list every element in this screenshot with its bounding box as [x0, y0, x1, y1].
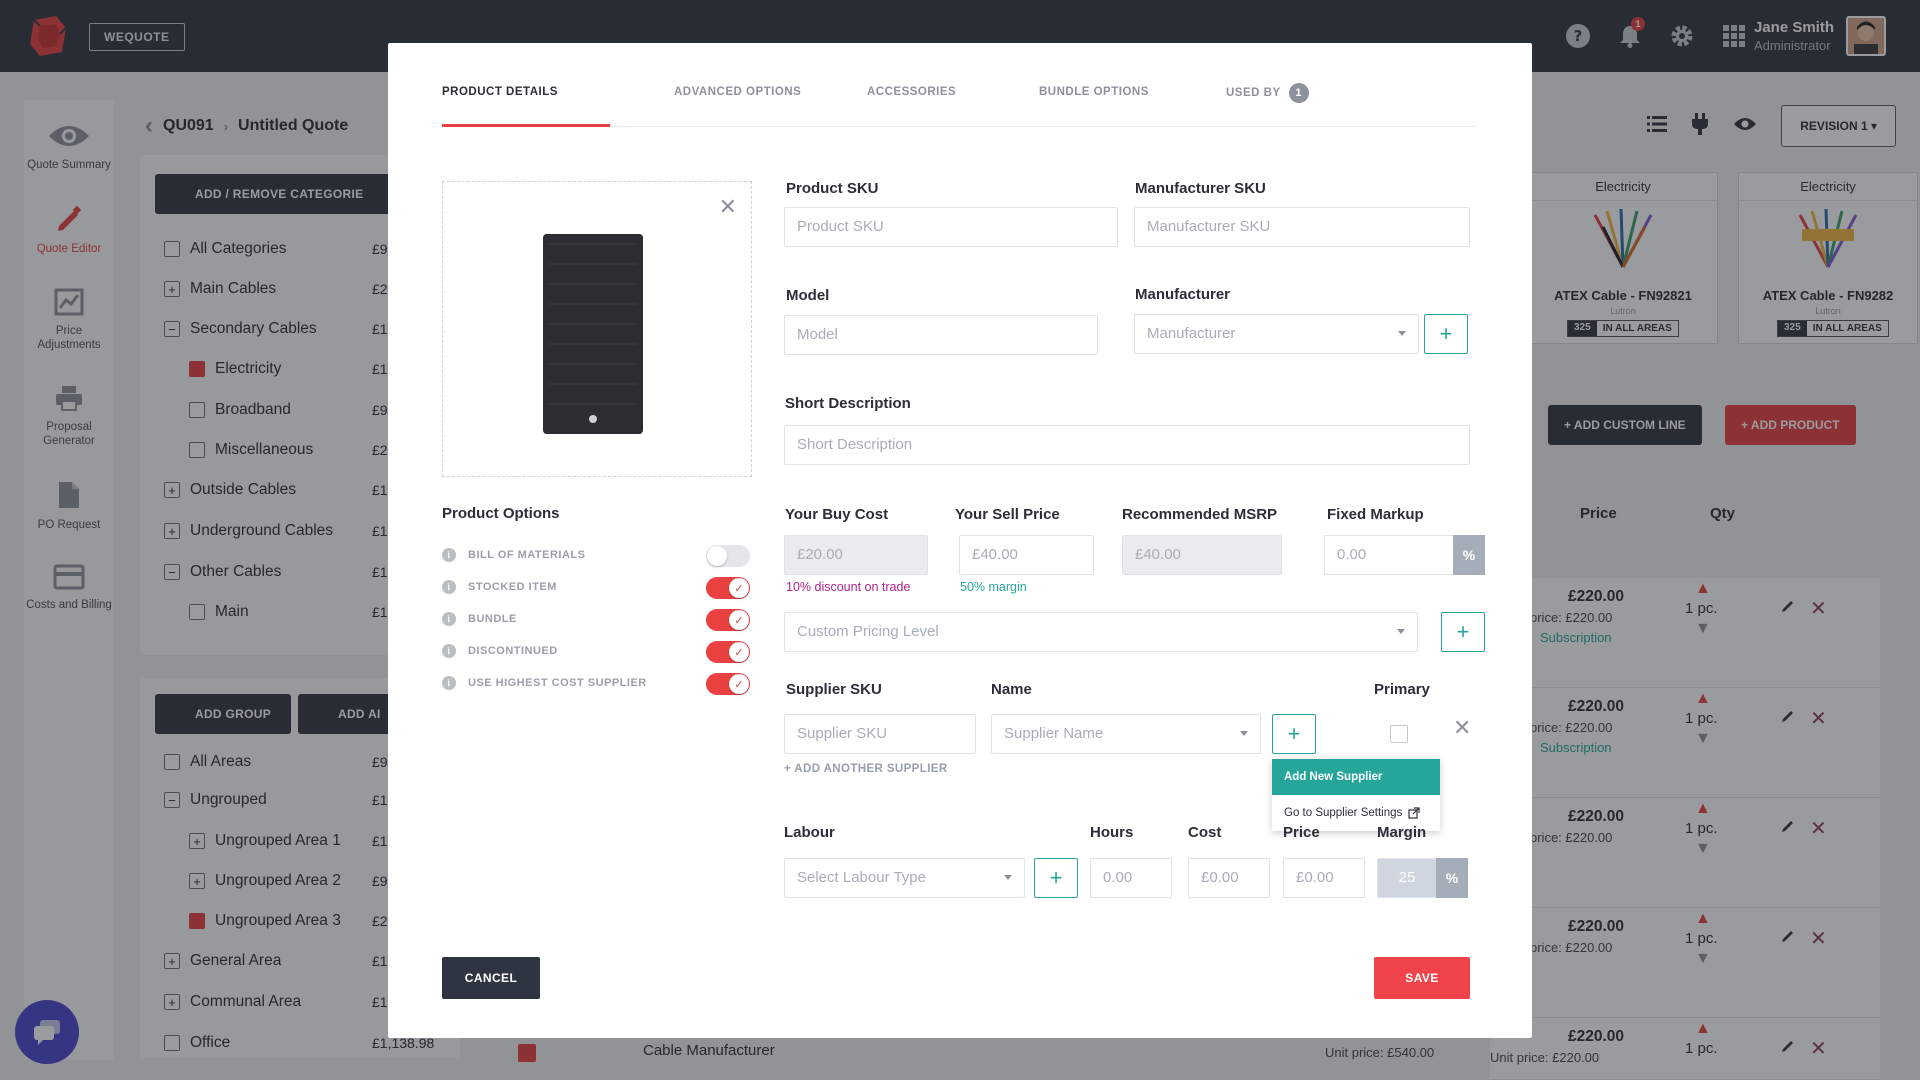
add-labour-button[interactable]: +	[1034, 858, 1078, 898]
labour-cost-input[interactable]: £0.00	[1188, 858, 1270, 898]
msrp-input[interactable]: £40.00	[1122, 535, 1282, 575]
used-by-count-badge: 1	[1288, 83, 1309, 103]
cancel-button[interactable]: CANCEL	[442, 957, 540, 999]
link-label: ADD ANOTHER SUPPLIER	[794, 763, 948, 775]
labour-type-select[interactable]: Select Labour Type	[784, 858, 1025, 898]
price-label: Price	[1283, 824, 1320, 841]
fixed-markup-label: Fixed Markup	[1327, 506, 1424, 523]
manufacturer-label: Manufacturer	[1135, 286, 1231, 303]
percent-addon: %	[1453, 535, 1485, 575]
msrp-label: Recommended MSRP	[1122, 506, 1278, 523]
menu-item-add-new-supplier[interactable]: Add New Supplier	[1272, 759, 1440, 795]
fixed-markup-input[interactable]: 0.00	[1324, 535, 1454, 575]
buy-cost-label: Your Buy Cost	[785, 506, 889, 523]
labour-placeholder: Select Labour Type	[797, 869, 926, 886]
option-label: BILL OF MATERIALS	[468, 549, 586, 561]
info-icon[interactable]: i	[442, 676, 456, 690]
supplier-name-label: Name	[991, 681, 1032, 698]
caret-down-icon	[1240, 731, 1248, 736]
check-icon: ✓	[729, 610, 749, 630]
pricing-level-select[interactable]: Custom Pricing Level	[784, 612, 1418, 652]
tab-product-details[interactable]: PRODUCT DETAILS	[442, 86, 558, 98]
hours-input[interactable]: 0.00	[1090, 858, 1172, 898]
active-tab-indicator	[442, 124, 610, 127]
toggle-discontinued[interactable]: ✓	[706, 641, 750, 663]
caret-down-icon	[1398, 331, 1406, 336]
add-pricing-level-button[interactable]: +	[1441, 612, 1485, 652]
option-label: BUNDLE	[468, 613, 517, 625]
supplier-sku-label: Supplier SKU	[786, 681, 882, 698]
hours-label: Hours	[1090, 824, 1134, 841]
sell-price-input[interactable]: £40.00	[959, 535, 1094, 575]
tab-bundle-options[interactable]: BUNDLE OPTIONS	[1039, 86, 1149, 98]
primary-label: Primary	[1374, 681, 1430, 698]
close-icon[interactable]: ✕	[719, 194, 737, 220]
model-input[interactable]: Model	[784, 315, 1098, 355]
info-icon[interactable]: i	[442, 548, 456, 562]
tab-used-by[interactable]: USED BY 1	[1226, 83, 1309, 103]
margin-label: Margin	[1377, 824, 1427, 841]
manufacturer-sku-input[interactable]: Manufacturer SKU	[1134, 207, 1470, 247]
option-bill-of-materials: i BILL OF MATERIALS	[442, 548, 585, 562]
option-label: STOCKED ITEM	[468, 581, 557, 593]
info-icon[interactable]: i	[442, 644, 456, 658]
product-details-modal: PRODUCT DETAILS ADVANCED OPTIONS ACCESSO…	[388, 43, 1532, 1038]
primary-checkbox[interactable]	[1390, 725, 1408, 743]
supplier-name-placeholder: Supplier Name	[1004, 725, 1104, 742]
tab-accessories[interactable]: ACCESSORIES	[867, 86, 956, 98]
product-sku-label: Product SKU	[786, 180, 879, 197]
tab-advanced-options[interactable]: ADVANCED OPTIONS	[674, 86, 801, 98]
model-label: Model	[786, 287, 830, 304]
toggle-highest-cost-supplier[interactable]: ✓	[706, 673, 750, 695]
option-discontinued: i DISCONTINUED	[442, 644, 558, 658]
product-image	[543, 234, 643, 434]
pricing-level-placeholder: Custom Pricing Level	[797, 623, 939, 640]
add-another-supplier-link[interactable]: + ADD ANOTHER SUPPLIER	[784, 763, 948, 775]
info-icon[interactable]: i	[442, 612, 456, 626]
labour-label: Labour	[784, 824, 835, 841]
option-label: USE HIGHEST COST SUPPLIER	[468, 677, 647, 689]
manufacturer-sku-label: Manufacturer SKU	[1135, 180, 1266, 197]
supplier-sku-input[interactable]: Supplier SKU	[784, 714, 976, 754]
modal-tabs: PRODUCT DETAILS ADVANCED OPTIONS ACCESSO…	[442, 43, 1476, 127]
product-options-label: Product Options	[442, 505, 560, 522]
short-description-input[interactable]: Short Description	[784, 425, 1470, 465]
sell-price-label: Your Sell Price	[955, 506, 1060, 523]
option-label: DISCONTINUED	[468, 645, 558, 657]
sell-price-note: 50% margin	[960, 580, 1027, 594]
labour-price-input[interactable]: £0.00	[1283, 858, 1365, 898]
toggle-bundle[interactable]: ✓	[706, 609, 750, 631]
percent-addon: %	[1436, 858, 1468, 898]
product-image-dropzone[interactable]: ✕	[442, 181, 752, 477]
add-manufacturer-button[interactable]: +	[1424, 314, 1468, 354]
external-link-icon	[1408, 807, 1420, 819]
manufacturer-placeholder: Manufacturer	[1147, 325, 1236, 342]
caret-down-icon	[1004, 875, 1012, 880]
check-icon: ✓	[729, 674, 749, 694]
margin-input[interactable]: 25	[1377, 858, 1437, 898]
buy-cost-note: 10% discount on trade	[786, 580, 911, 594]
manufacturer-select[interactable]: Manufacturer	[1134, 314, 1419, 354]
check-icon: ✓	[729, 642, 749, 662]
short-description-label: Short Description	[785, 395, 911, 412]
supplier-name-select[interactable]: Supplier Name	[991, 714, 1261, 754]
supplier-dropdown-menu: Add New Supplier Go to Supplier Settings	[1272, 759, 1440, 831]
check-icon: ✓	[729, 578, 749, 598]
buy-cost-input[interactable]: £20.00	[784, 535, 928, 575]
option-highest-cost-supplier: i USE HIGHEST COST SUPPLIER	[442, 676, 647, 690]
product-sku-input[interactable]: Product SKU	[784, 207, 1118, 247]
tab-label: USED BY	[1226, 87, 1281, 100]
toggle-bill-of-materials[interactable]	[706, 545, 750, 567]
option-bundle: i BUNDLE	[442, 612, 517, 626]
option-stocked-item: i STOCKED ITEM	[442, 580, 557, 594]
remove-supplier-icon[interactable]: ✕	[1453, 715, 1471, 741]
info-icon[interactable]: i	[442, 580, 456, 594]
toggle-stocked-item[interactable]: ✓	[706, 577, 750, 599]
save-button[interactable]: SAVE	[1374, 957, 1470, 999]
add-supplier-button[interactable]: +	[1272, 714, 1316, 754]
caret-down-icon	[1397, 629, 1405, 634]
cost-label: Cost	[1188, 824, 1222, 841]
